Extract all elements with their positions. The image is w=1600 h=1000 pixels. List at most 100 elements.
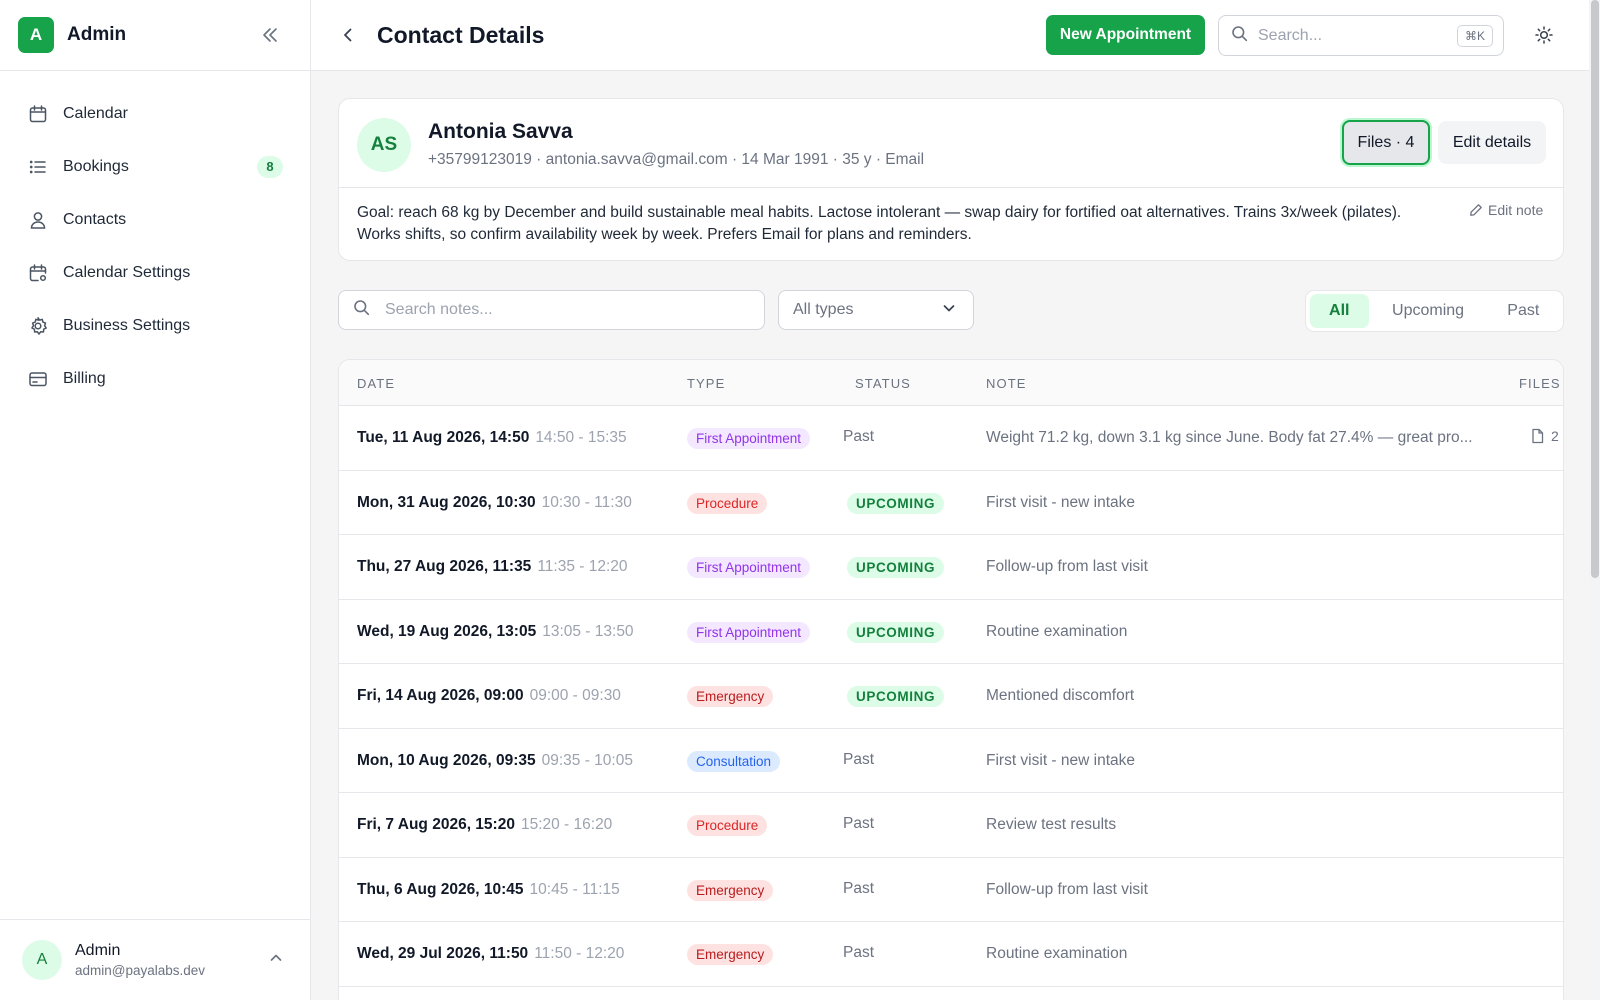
appointment-date: Wed, 19 Aug 2026, 13:05 13:05 - 13:50 bbox=[357, 623, 634, 641]
status-badge: Past bbox=[843, 879, 875, 897]
page-title: Contact Details bbox=[377, 21, 545, 48]
appointments-table: DATE TYPE STATUS NOTE FILES Tue, 11 Aug … bbox=[338, 359, 1564, 1000]
column-header-status[interactable]: STATUS bbox=[855, 376, 911, 391]
time-filter-tabs: All Upcoming Past bbox=[1305, 290, 1564, 332]
table-row[interactable]: Thu, 27 Aug 2026, 11:35 11:35 - 12:20 Firs… bbox=[339, 535, 1563, 600]
type-badge: Consultation bbox=[687, 750, 781, 772]
files-count-value: 2 bbox=[1551, 428, 1559, 444]
appointment-date: Fri, 14 Aug 2026, 09:00 09:00 - 09:30 bbox=[357, 687, 621, 705]
sidebar-item-calendar-settings[interactable]: Calendar Settings bbox=[0, 246, 310, 299]
tab-upcoming[interactable]: Upcoming bbox=[1369, 294, 1488, 328]
files-button[interactable]: Files · 4 bbox=[1342, 120, 1430, 165]
table-row[interactable]: Wed, 29 Jul 2026, 11:50 11:50 - 12:20 Emer… bbox=[339, 922, 1563, 987]
user-info: Admin admin@payalabs.dev bbox=[75, 942, 205, 978]
appointment-note: First visit - new intake bbox=[986, 751, 1136, 769]
type-badge: First Appointment bbox=[687, 428, 811, 449]
sidebar-header: A Admin bbox=[0, 0, 310, 71]
sidebar: A Admin Calendar Bookings 8 Contacts Cal… bbox=[0, 0, 311, 1000]
column-header-files[interactable]: FILES bbox=[1519, 376, 1561, 391]
sun-icon[interactable] bbox=[1529, 20, 1559, 50]
type-badge: Procedure bbox=[687, 815, 768, 836]
date-text: Thu, 27 Aug 2026, 11:35 bbox=[357, 558, 532, 575]
status-badge: UPCOMING bbox=[847, 686, 945, 707]
status-badge: UPCOMING bbox=[847, 492, 945, 514]
contact-header: AS Antonia Savva +35799123019 · antonia.… bbox=[339, 99, 1563, 188]
appointment-date: Thu, 6 Aug 2026, 10:45 10:45 - 11:15 bbox=[357, 881, 620, 899]
table-row[interactable]: Mon, 31 Aug 2026, 10:30 10:30 - 11:30 Proc… bbox=[339, 471, 1563, 535]
scrollbar-thumb[interactable] bbox=[1591, 0, 1599, 578]
user-name: Admin bbox=[75, 942, 121, 959]
global-search-input[interactable]: Search... ⌘K bbox=[1218, 15, 1504, 56]
keyboard-shortcut-badge: ⌘K bbox=[1456, 24, 1493, 47]
appointment-note: Mentioned discomfort bbox=[986, 687, 1135, 704]
sidebar-item-label: Calendar Settings bbox=[63, 263, 191, 281]
appointment-note: Routine examination bbox=[986, 945, 1128, 962]
sidebar-item-business-settings[interactable]: Business Settings bbox=[0, 299, 310, 352]
list-icon bbox=[27, 156, 49, 178]
edit-details-button[interactable]: Edit details bbox=[1438, 121, 1546, 164]
back-arrow-icon[interactable] bbox=[333, 20, 363, 50]
search-icon bbox=[1231, 25, 1248, 47]
pencil-icon bbox=[1470, 204, 1482, 216]
column-header-type[interactable]: TYPE bbox=[687, 376, 725, 391]
sidebar-item-bookings[interactable]: Bookings 8 bbox=[0, 140, 310, 193]
date-text: Wed, 19 Aug 2026, 13:05 bbox=[357, 622, 537, 640]
appointment-note: Weight 71.2 kg, down 3.1 kg since June. … bbox=[986, 429, 1473, 446]
files-count[interactable]: 2 bbox=[1530, 428, 1559, 444]
type-filter-value: All types bbox=[793, 301, 854, 318]
new-appointment-button[interactable]: New Appointment bbox=[1046, 15, 1205, 55]
type-badge: Emergency bbox=[687, 686, 774, 707]
time-range: 10:45 - 11:15 bbox=[529, 880, 620, 898]
sidebar-item-calendar[interactable]: Calendar bbox=[0, 87, 310, 140]
edit-note-label: Edit note bbox=[1488, 202, 1544, 218]
search-icon bbox=[353, 299, 370, 321]
type-badge: First Appointment bbox=[687, 557, 811, 578]
table-row[interactable]: Wed, 19 Aug 2026, 13:05 13:05 - 13:50 Firs… bbox=[339, 600, 1563, 664]
avatar: A bbox=[22, 940, 62, 980]
status-badge: Past bbox=[843, 815, 875, 832]
sidebar-nav: Calendar Bookings 8 Contacts Calendar Se… bbox=[0, 71, 310, 405]
sidebar-item-label: Bookings bbox=[63, 157, 129, 175]
user-menu[interactable]: A Admin admin@payalabs.dev bbox=[0, 919, 310, 1000]
notes-search-input[interactable]: Search notes... bbox=[338, 290, 765, 330]
sidebar-item-billing[interactable]: Billing bbox=[0, 352, 310, 405]
tab-past[interactable]: Past bbox=[1488, 294, 1559, 328]
table-row[interactable]: Fri, 14 Aug 2026, 09:00 09:00 - 09:30 Emer… bbox=[339, 664, 1563, 729]
status-badge: Past bbox=[843, 750, 875, 768]
sidebar-item-label: Billing bbox=[63, 369, 106, 387]
time-range: 10:30 - 11:30 bbox=[541, 493, 632, 511]
calendar-settings-icon bbox=[27, 262, 49, 284]
chevron-down-icon bbox=[941, 300, 957, 321]
table-header: DATE TYPE STATUS NOTE FILES bbox=[339, 360, 1563, 406]
sidebar-item-contacts[interactable]: Contacts bbox=[0, 193, 310, 246]
appointment-date: Tue, 11 Aug 2026, 14:50 14:50 - 15:35 bbox=[357, 429, 627, 447]
type-filter-select[interactable]: All types bbox=[778, 290, 974, 330]
chevron-up-icon[interactable] bbox=[268, 950, 284, 971]
time-range: 11:50 - 12:20 bbox=[534, 945, 625, 962]
table-row[interactable]: Fri, 7 Aug 2026, 15:20 15:20 - 16:20 Proce… bbox=[339, 793, 1563, 858]
bookings-count-badge: 8 bbox=[257, 155, 283, 178]
appointment-note: Routine examination bbox=[986, 622, 1128, 640]
sidebar-item-label: Business Settings bbox=[63, 316, 191, 334]
tab-all[interactable]: All bbox=[1310, 294, 1369, 328]
collapse-sidebar-icon[interactable] bbox=[254, 19, 286, 51]
credit-card-icon bbox=[27, 368, 49, 390]
status-badge: UPCOMING bbox=[847, 557, 945, 578]
type-badge: Emergency bbox=[687, 879, 774, 901]
appointment-note: Follow-up from last visit bbox=[986, 558, 1148, 575]
table-row[interactable]: Thu, 6 Aug 2026, 10:45 10:45 - 11:15 Emerg… bbox=[339, 858, 1563, 922]
table-row[interactable]: Mon, 10 Aug 2026, 09:35 09:35 - 10:05 Cons… bbox=[339, 729, 1563, 793]
date-text: Mon, 10 Aug 2026, 09:35 bbox=[357, 751, 536, 769]
time-range: 09:35 - 10:05 bbox=[541, 751, 633, 769]
table-row[interactable]: Tue, 11 Aug 2026, 14:50 14:50 - 15:35 Firs… bbox=[339, 406, 1563, 471]
contact-avatar: AS bbox=[357, 118, 411, 172]
date-text: Mon, 31 Aug 2026, 10:30 bbox=[357, 493, 536, 511]
column-header-note[interactable]: NOTE bbox=[986, 376, 1027, 391]
sidebar-item-label: Calendar bbox=[63, 104, 128, 122]
column-header-date[interactable]: DATE bbox=[357, 376, 395, 391]
edit-note-button[interactable]: Edit note bbox=[1469, 202, 1543, 218]
top-bar: Contact Details New Appointment Search..… bbox=[311, 0, 1589, 71]
notes-search-placeholder: Search notes... bbox=[385, 301, 493, 318]
time-range: 13:05 - 13:50 bbox=[542, 622, 634, 640]
contact-meta: +35799123019 · antonia.savva@gmail.com ·… bbox=[428, 151, 925, 168]
